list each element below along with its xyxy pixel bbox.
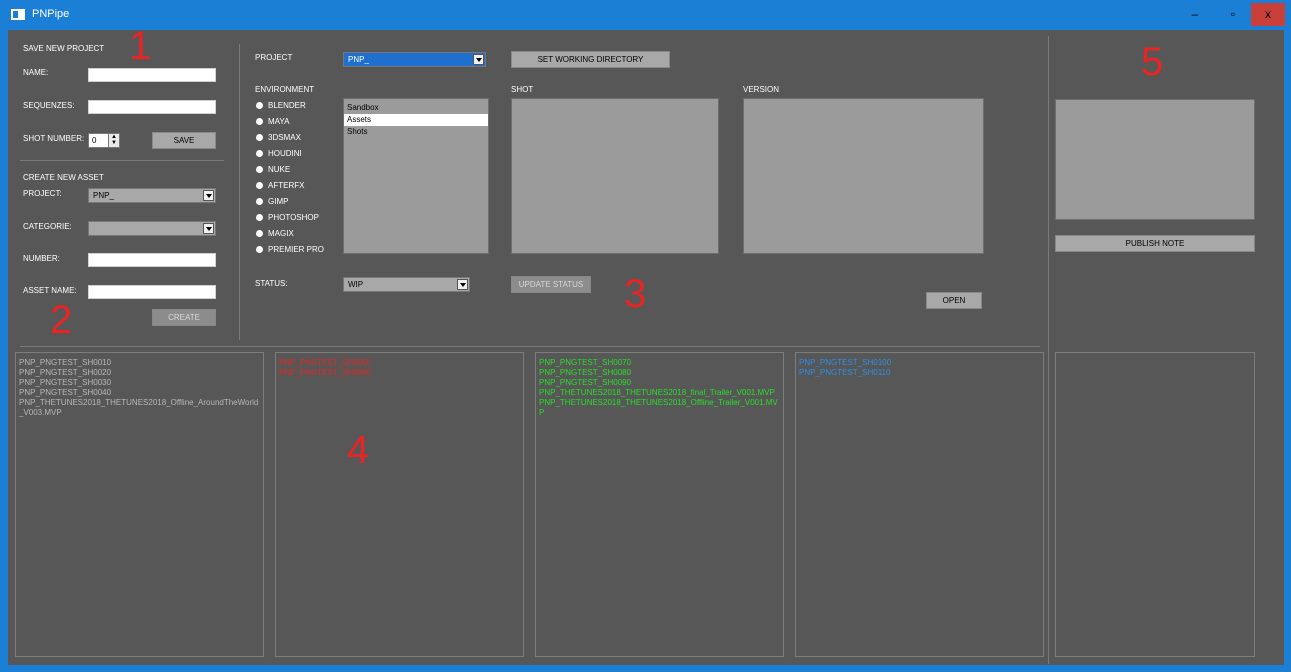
status-item-red[interactable]: PNP_PNGTEST_SH0060: [279, 368, 520, 378]
shot-number-stepper[interactable]: 0 ▲ ▼: [88, 133, 120, 148]
status-select[interactable]: WIP: [343, 277, 470, 292]
status-panel-blue[interactable]: PNP_PNGTEST_SH0100 PNP_PNGTEST_SH0110: [795, 352, 1044, 657]
category-list[interactable]: Sandbox Assets Shots: [343, 98, 489, 254]
sequenzes-label: SEQUENZES:: [23, 101, 75, 110]
categorie-select[interactable]: [88, 221, 216, 236]
publish-note-button[interactable]: PUBLISH NOTE: [1055, 235, 1255, 252]
environment-radio-nuke[interactable]: NUKE: [256, 165, 290, 174]
environment-radio-maya[interactable]: MAYA: [256, 117, 289, 126]
status-item-red[interactable]: PNP_PNGTEST_SH0050: [279, 358, 520, 368]
environment-radio-magix[interactable]: MAGIX: [256, 229, 294, 238]
category-item-sandbox[interactable]: Sandbox: [344, 102, 488, 114]
sequenzes-input[interactable]: [88, 100, 216, 114]
left-divider: [239, 44, 240, 340]
environment-radio-gimp[interactable]: GIMP: [256, 197, 288, 206]
right-divider: [1048, 36, 1049, 664]
environment-radio-afterfx[interactable]: AFTERFX: [256, 181, 304, 190]
status-item-blue[interactable]: PNP_PNGTEST_SH0100: [799, 358, 1040, 368]
status-item-green[interactable]: PNP_THETUNES2018_THETUNES2018_Offline_Tr…: [539, 398, 780, 418]
category-item-assets[interactable]: Assets: [344, 114, 488, 126]
asset-project-select[interactable]: PNP_: [88, 188, 216, 203]
status-item-blue[interactable]: PNP_PNGTEST_SH0110: [799, 368, 1040, 378]
client-area: SAVE NEW PROJECT NAME: SEQUENZES: SHOT N…: [8, 24, 1284, 665]
create-asset-heading: CREATE NEW ASSET: [23, 173, 104, 182]
section-divider: [20, 160, 224, 161]
status-item-green[interactable]: PNP_PNGTEST_SH0080: [539, 368, 780, 378]
chevron-down-icon: [203, 190, 214, 201]
chevron-down-icon: [203, 223, 214, 234]
asset-project-value: PNP_: [93, 191, 114, 200]
version-list[interactable]: [743, 98, 984, 254]
status-item-gray[interactable]: PNP_PNGTEST_SH0020: [19, 368, 260, 378]
number-label: NUMBER:: [23, 254, 60, 263]
status-panel-green[interactable]: PNP_PNGTEST_SH0070 PNP_PNGTEST_SH0080 PNP_…: [535, 352, 784, 657]
annotation-3: 3: [624, 272, 647, 316]
environment-label: ENVIRONMENT: [255, 85, 315, 94]
status-item-green[interactable]: PNP_THETUNES2018_THETUNES2018_final_Trai…: [539, 388, 780, 398]
environment-radio-blender[interactable]: BLENDER: [256, 101, 306, 110]
create-button[interactable]: CREATE: [152, 309, 216, 326]
minimize-button[interactable]: –: [1178, 3, 1212, 26]
stepper-arrows-icon[interactable]: ▲ ▼: [108, 134, 119, 147]
annotation-1: 1: [129, 24, 152, 68]
status-item-gray[interactable]: PNP_THETUNES2018_THETUNES2018_Offline_Ar…: [19, 398, 260, 418]
app-window: PNPipe – ▫ x SAVE NEW PROJECT NAME: SEQU…: [0, 0, 1291, 672]
set-working-directory-button[interactable]: SET WORKING DIRECTORY: [511, 51, 670, 68]
publish-note-panel[interactable]: [1055, 352, 1255, 657]
close-button[interactable]: x: [1251, 3, 1285, 26]
asset-project-label: PROJECT:: [23, 189, 62, 198]
environment-radio-photoshop[interactable]: PHOTOSHOP: [256, 213, 319, 222]
app-icon: [11, 9, 25, 20]
save-project-heading: SAVE NEW PROJECT: [23, 44, 105, 53]
chevron-down-icon: [457, 279, 468, 290]
asset-name-label: ASSET NAME:: [23, 286, 77, 295]
preview-image: [1055, 99, 1255, 220]
version-label: VERSION: [743, 85, 780, 94]
save-button[interactable]: SAVE: [152, 132, 216, 149]
environment-radio-houdini[interactable]: HOUDINI: [256, 149, 302, 158]
main-divider: [20, 346, 1040, 347]
status-panel-gray[interactable]: PNP_PNGTEST_SH0010 PNP_PNGTEST_SH0020 PNP_…: [15, 352, 264, 657]
project-select[interactable]: PNP_: [343, 52, 486, 67]
name-input[interactable]: [88, 68, 216, 82]
project-label: PROJECT: [255, 53, 293, 62]
status-item-green[interactable]: PNP_PNGTEST_SH0090: [539, 378, 780, 388]
status-item-gray[interactable]: PNP_PNGTEST_SH0040: [19, 388, 260, 398]
annotation-5: 5: [1141, 40, 1164, 84]
asset-name-input[interactable]: [88, 285, 216, 299]
category-item-shots[interactable]: Shots: [344, 126, 488, 138]
number-input[interactable]: [88, 253, 216, 267]
status-item-gray[interactable]: PNP_PNGTEST_SH0010: [19, 358, 260, 368]
status-panel-red[interactable]: PNP_PNGTEST_SH0050 PNP_PNGTEST_SH0060: [275, 352, 524, 657]
status-item-gray[interactable]: PNP_PNGTEST_SH0030: [19, 378, 260, 388]
status-value: WIP: [348, 280, 364, 289]
chevron-down-icon: [473, 54, 484, 65]
shot-number-label: SHOT NUMBER:: [23, 134, 85, 143]
shot-number-value: 0: [92, 136, 97, 145]
shot-list[interactable]: [511, 98, 719, 254]
status-label: STATUS:: [255, 279, 288, 288]
annotation-2: 2: [50, 298, 73, 342]
status-item-green[interactable]: PNP_PNGTEST_SH0070: [539, 358, 780, 368]
update-status-button[interactable]: UPDATE STATUS: [511, 276, 591, 293]
name-label: NAME:: [23, 68, 49, 77]
title-bar[interactable]: PNPipe – ▫ x: [0, 0, 1291, 30]
maximize-button[interactable]: ▫: [1216, 3, 1250, 26]
shot-label: SHOT: [511, 85, 534, 94]
categorie-label: CATEGORIE:: [23, 222, 72, 231]
environment-radio-3dsmax[interactable]: 3DSMAX: [256, 133, 301, 142]
annotation-4: 4: [347, 428, 370, 472]
project-value: PNP_: [348, 55, 369, 64]
environment-radio-premier-pro[interactable]: PREMIER PRO: [256, 245, 324, 254]
open-button[interactable]: OPEN: [926, 292, 982, 309]
window-title: PNPipe: [32, 8, 70, 20]
